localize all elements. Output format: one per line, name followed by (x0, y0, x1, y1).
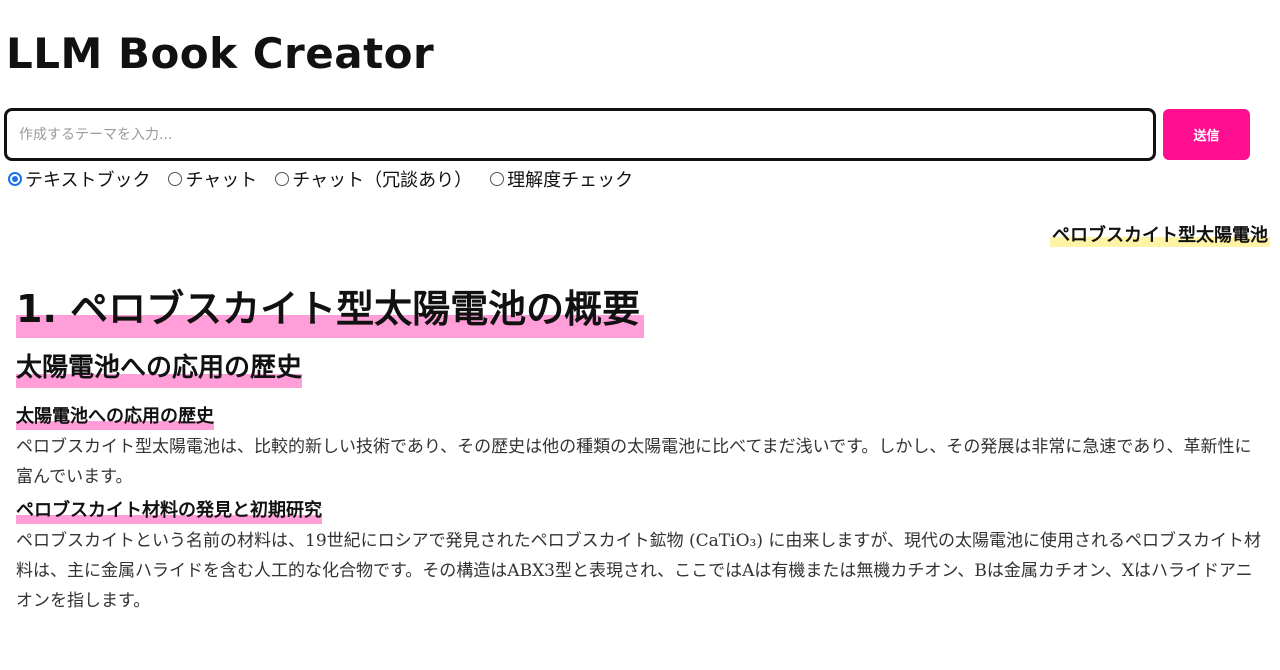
mode-label: チャット（冗談あり） (292, 170, 473, 191)
mode-option-quiz[interactable]: 理解度チェック (490, 166, 633, 192)
section-title: 太陽電池への応用の歴史 (16, 348, 303, 388)
radio-unchecked-icon[interactable] (275, 172, 290, 186)
book-content: 1. ペロブスカイト型太陽電池の概要 太陽電池への応用の歴史 太陽電池への応用の… (16, 280, 1266, 622)
mode-label: 理解度チェック (507, 170, 634, 191)
mode-radio-group: テキストブック チャット チャット（冗談あり） 理解度チェック (8, 166, 633, 192)
radio-checked-icon[interactable] (8, 172, 22, 186)
submit-button[interactable]: 送信 (1163, 109, 1250, 160)
theme-input[interactable] (4, 108, 1156, 161)
mode-label: チャット (185, 170, 258, 191)
mode-label: テキストブック (25, 170, 151, 191)
app-title: LLM Book Creator (6, 29, 435, 78)
app-root: LLM Book Creator 送信 テキストブック チャット チャット（冗談… (0, 0, 1280, 670)
radio-unchecked-icon[interactable] (168, 172, 183, 186)
subsection-heading: 太陽電池への応用の歴史 (16, 404, 214, 430)
mode-option-chat[interactable]: チャット (168, 166, 257, 192)
topic-tag: ペロブスカイト型太陽電池 (1050, 225, 1270, 247)
subsection-heading: ペロブスカイト材料の発見と初期研究 (16, 498, 322, 524)
subsection-paragraph: ペロブスカイト型太陽電池は、比較的新しい技術であり、その歴史は他の種類の太陽電池… (16, 437, 1252, 487)
chapter-title: 1. ペロブスカイト型太陽電池の概要 (16, 280, 645, 338)
theme-input-row: 送信 (4, 108, 1252, 161)
mode-option-chat-joke[interactable]: チャット（冗談あり） (275, 166, 472, 192)
radio-unchecked-icon[interactable] (490, 172, 505, 186)
mode-option-textbook[interactable]: テキストブック (8, 166, 150, 192)
subsection-paragraph: ペロブスカイトという名前の材料は、19世紀にロシアで発見されたペロブスカイト鉱物… (16, 531, 1262, 611)
